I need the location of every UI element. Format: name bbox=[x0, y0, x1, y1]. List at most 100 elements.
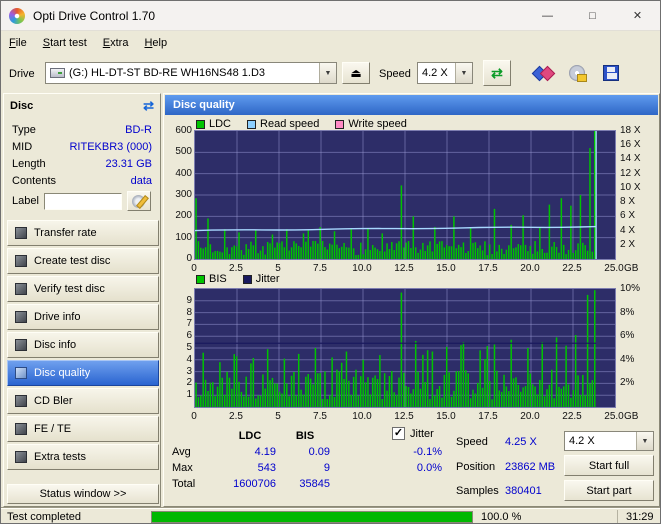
field-value: BD-R bbox=[125, 124, 152, 136]
axis-tick: 14 X bbox=[620, 153, 641, 165]
progress-bar bbox=[151, 511, 473, 523]
speed-label: Speed bbox=[379, 68, 411, 80]
test-speed-select[interactable]: 4.2 X ▼ bbox=[564, 431, 654, 451]
start-full-button[interactable]: Start full bbox=[564, 455, 654, 476]
disc-quality-panel: Disc quality LDC Read speed Write speed BI… bbox=[163, 93, 660, 507]
stat-bis-value: 35845 bbox=[299, 478, 330, 490]
test-speed-value: 4.2 X bbox=[569, 435, 595, 447]
test-discs-icon bbox=[534, 65, 553, 81]
axis-tick: 2 X bbox=[620, 238, 636, 250]
caption-buttons: — □ ✕ bbox=[525, 1, 660, 30]
axis-tick: 100 bbox=[175, 231, 192, 243]
axis-tick: 500 bbox=[175, 146, 192, 158]
axis-tick: 10 X bbox=[620, 181, 641, 193]
drive-select[interactable]: (G:) HL-DT-ST BD-RE WH16NS48 1.D3 ▼ bbox=[45, 62, 337, 84]
status-bar: Test completed 100.0 % 31:29 bbox=[1, 508, 660, 523]
sidebar-item-verify-test-disc[interactable]: Verify test disc bbox=[7, 276, 159, 302]
sidebar-item-label: Disc info bbox=[34, 339, 77, 351]
field-label: MID bbox=[12, 141, 33, 153]
sidebar-item-drive-info[interactable]: Drive info bbox=[7, 304, 159, 330]
menu-file[interactable]: File bbox=[1, 32, 35, 54]
refresh-drives-icon[interactable]: ⇄ bbox=[483, 60, 511, 86]
axis-tick: 8 bbox=[186, 306, 192, 318]
chevron-down-icon[interactable]: ▼ bbox=[319, 63, 336, 83]
axis-tick: 1 bbox=[186, 389, 192, 401]
disc-field-contents: Contents data bbox=[4, 173, 160, 190]
drive-select-value: (G:) HL-DT-ST BD-RE WH16NS48 1.D3 bbox=[69, 67, 266, 79]
axis-tick: 6 bbox=[186, 330, 192, 342]
edit-label-button[interactable] bbox=[126, 191, 151, 211]
stat-col-header-ldc: LDC bbox=[238, 430, 262, 442]
sidebar-item-disc-quality[interactable]: Disc quality bbox=[7, 360, 159, 386]
sidebar-item-extra-tests[interactable]: Extra tests bbox=[7, 444, 159, 470]
stat-bis-value: 0.09 bbox=[308, 446, 330, 458]
sidebar-item-fe-te[interactable]: FE / TE bbox=[7, 416, 159, 442]
drive-label: Drive bbox=[9, 68, 35, 80]
disc-section-title: Disc bbox=[10, 100, 34, 112]
refresh-disc-icon[interactable]: ⇄ bbox=[143, 98, 154, 114]
axis-tick: 12.5 bbox=[394, 411, 414, 422]
app-window: Opti Drive Control 1.70 — □ ✕ File Start … bbox=[0, 0, 661, 524]
fe-te-icon bbox=[15, 423, 27, 435]
chevron-down-icon[interactable]: ▼ bbox=[636, 432, 653, 450]
menu-help[interactable]: Help bbox=[136, 32, 175, 54]
progress-fill bbox=[152, 512, 472, 522]
axis-tick: 4% bbox=[620, 353, 635, 365]
close-button[interactable]: ✕ bbox=[615, 1, 660, 30]
save-icon[interactable] bbox=[597, 60, 625, 86]
disc-info-icon bbox=[15, 339, 27, 351]
sidebar-item-transfer-rate[interactable]: Transfer rate bbox=[7, 220, 159, 246]
axis-tick: GB bbox=[624, 263, 639, 274]
statusbar-divider bbox=[617, 510, 618, 523]
stat-ldc-value: 543 bbox=[257, 462, 276, 474]
axis-tick: 15.0 bbox=[436, 411, 456, 422]
stat-ldc-value: 1600706 bbox=[233, 478, 276, 490]
cd-bler-icon bbox=[15, 395, 27, 407]
field-value: data bbox=[130, 175, 152, 187]
axis-tick: 15.0 bbox=[436, 263, 456, 274]
sidebar-item-label: CD Bler bbox=[34, 395, 73, 407]
axis-tick: 5 bbox=[275, 263, 281, 274]
title-bar: Opti Drive Control 1.70 — □ ✕ bbox=[1, 1, 660, 31]
save-icon bbox=[603, 65, 619, 81]
sidebar-item-disc-info[interactable]: Disc info bbox=[7, 332, 159, 358]
disc-section-header: Disc ⇄ bbox=[4, 94, 160, 118]
drive-icon bbox=[50, 68, 65, 78]
menu-bar: File Start test Extra Help bbox=[1, 32, 660, 54]
sidebar-item-create-test-disc[interactable]: Create test disc bbox=[7, 248, 159, 274]
field-value: 23.31 GB bbox=[105, 158, 152, 170]
eject-button[interactable]: ⏏ bbox=[342, 62, 370, 84]
sidebar-item-cd-bler[interactable]: CD Bler bbox=[7, 388, 159, 414]
axis-tick: 2 bbox=[186, 377, 192, 389]
disc-tools-icon[interactable] bbox=[563, 60, 591, 86]
sidebar-item-label: Create test disc bbox=[34, 255, 111, 267]
speed-select[interactable]: 4.2 X ▼ bbox=[417, 62, 473, 84]
maximize-button[interactable]: □ bbox=[570, 1, 615, 30]
drive-info-icon bbox=[15, 311, 27, 323]
axis-tick: 4 bbox=[186, 353, 192, 365]
elapsed-time: 31:29 bbox=[626, 511, 654, 523]
sidebar: Disc ⇄ Type BD-R MID RITEKBR3 (000) Length 23… bbox=[3, 93, 161, 507]
axis-tick: GB bbox=[624, 411, 639, 422]
stat-row-label: Total bbox=[172, 478, 196, 490]
menu-extra[interactable]: Extra bbox=[95, 32, 137, 54]
jitter-checkbox[interactable]: ✓ bbox=[392, 427, 405, 440]
menu-start-test[interactable]: Start test bbox=[35, 32, 95, 54]
label-input[interactable] bbox=[43, 192, 122, 210]
minimize-button[interactable]: — bbox=[525, 1, 570, 30]
sidebar-buttons: Transfer rate Create test disc Verify test… bbox=[7, 220, 159, 472]
axis-tick: 22.5 bbox=[562, 263, 582, 274]
axis-tick: 200 bbox=[175, 210, 192, 222]
toolbar: Drive (G:) HL-DT-ST BD-RE WH16NS48 1.D3 … bbox=[1, 54, 660, 92]
progress-percent: 100.0 % bbox=[481, 511, 522, 523]
stat-bis-value: 9 bbox=[323, 462, 330, 474]
status-window-button[interactable]: Status window >> bbox=[7, 484, 159, 504]
axis-tick: 12 X bbox=[620, 167, 641, 179]
sidebar-item-label: Transfer rate bbox=[34, 227, 97, 239]
test-discs-icon[interactable] bbox=[529, 60, 557, 86]
axis-tick: 6 X bbox=[620, 210, 636, 222]
chevron-down-icon[interactable]: ▼ bbox=[455, 63, 472, 83]
axis-tick: 17.5 bbox=[478, 411, 498, 422]
start-part-button[interactable]: Start part bbox=[564, 480, 654, 501]
position-label: Position bbox=[456, 461, 496, 473]
